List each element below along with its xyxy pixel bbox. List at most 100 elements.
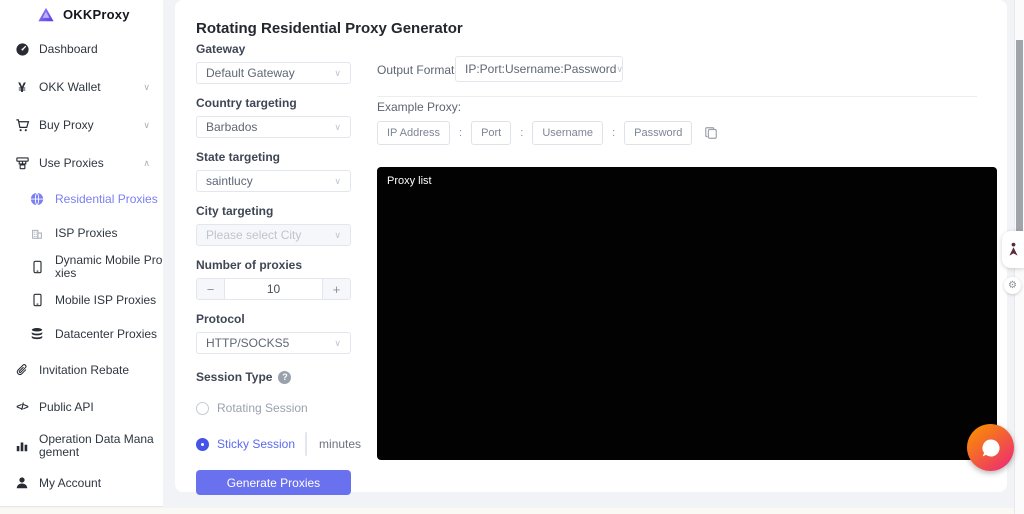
- sidebar-item-label: Public API: [39, 399, 94, 414]
- example-proxy-label: Example Proxy:: [377, 100, 462, 114]
- sidebar: OKKProxy Dashboard ¥ OKK Wallet ∨ Buy Pr…: [0, 0, 163, 507]
- proxy-count-value[interactable]: 10: [225, 279, 322, 299]
- city-select[interactable]: Please select City ∨: [196, 224, 351, 246]
- decrement-button[interactable]: −: [306, 433, 307, 455]
- generate-proxies-button[interactable]: Generate Proxies: [196, 470, 351, 495]
- number-of-proxies-label: Number of proxies: [196, 258, 303, 272]
- mobile-phone-icon: [29, 259, 45, 275]
- city-placeholder: Please select City: [206, 228, 302, 242]
- chevron-down-icon: ∨: [334, 229, 341, 240]
- user-icon: [14, 475, 30, 491]
- city-targeting-label: City targeting: [196, 204, 274, 218]
- sidebar-item-label: Buy Proxy: [39, 117, 94, 132]
- increment-button[interactable]: +: [322, 279, 350, 299]
- chevron-down-icon: ∨: [334, 175, 341, 186]
- chevron-down-icon: ∨: [616, 63, 623, 74]
- country-targeting-label: Country targeting: [196, 96, 297, 110]
- radio-unselected-icon[interactable]: [196, 401, 209, 415]
- state-targeting-label: State targeting: [196, 150, 281, 164]
- country-value: Barbados: [206, 120, 258, 134]
- protocol-label: Protocol: [196, 312, 245, 326]
- example-proxy-row: IP Address : Port : Username : Password: [377, 121, 718, 145]
- sidebar-item-public-api[interactable]: </> Public API: [0, 399, 163, 415]
- okkproxy-logo-icon: [38, 6, 54, 22]
- main-panel: Rotating Residential Proxy Generator Gat…: [175, 0, 1007, 495]
- sidebar-item-my-account[interactable]: My Account: [0, 475, 163, 491]
- cart-icon: [14, 117, 30, 133]
- sidebar-item-label: Residential Proxies: [55, 191, 158, 206]
- separator: :: [459, 127, 463, 139]
- proxy-list-title: Proxy list: [387, 175, 432, 187]
- chat-widget-button[interactable]: [967, 424, 1014, 471]
- page-title: Rotating Residential Proxy Generator: [196, 20, 463, 37]
- separator: :: [520, 127, 524, 139]
- example-ip-box: IP Address: [377, 121, 450, 145]
- sidebar-item-label: Invitation Rebate: [39, 362, 130, 377]
- sidebar-item-label: Operation Data Management: [39, 432, 154, 459]
- help-icon[interactable]: ?: [278, 370, 292, 384]
- scrollbar-thumb[interactable]: [1016, 40, 1023, 232]
- rotating-session-option[interactable]: Rotating Session: [196, 401, 351, 415]
- sidebar-item-label: Dashboard: [39, 41, 98, 56]
- sticky-minutes-unit: minutes: [319, 437, 362, 451]
- example-username-box: Username: [532, 121, 604, 145]
- dashboard-icon: [14, 41, 30, 57]
- sidebar-item-okk-wallet[interactable]: ¥ OKK Wallet ∨: [0, 79, 163, 95]
- chat-bubble-icon: [979, 436, 1003, 460]
- sidebar-item-label: Use Proxies: [39, 155, 104, 170]
- sidebar-item-label: OKK Wallet: [39, 79, 101, 94]
- sidebar-item-label: ISP Proxies: [55, 225, 118, 240]
- settings-gear-button[interactable]: ⚙: [1004, 277, 1021, 294]
- output-format-select[interactable]: IP:Port:Username:Password ∨: [455, 56, 623, 82]
- output-format-label: Output Format:: [377, 63, 458, 77]
- chevron-down-icon: ∨: [334, 67, 341, 78]
- chevron-down-icon: ∨: [143, 119, 150, 130]
- building-icon: [29, 225, 45, 241]
- chevron-up-icon: ∧: [143, 157, 150, 168]
- sidebar-item-label: My Account: [39, 475, 102, 490]
- sidebar-item-operation-data-management[interactable]: Operation Data Management: [0, 433, 163, 459]
- output-format-value: IP:Port:Username:Password: [465, 62, 617, 76]
- gateway-select[interactable]: Default Gateway ∨: [196, 62, 351, 84]
- state-select[interactable]: saintlucy ∨: [196, 170, 351, 192]
- sidebar-item-residential-proxies[interactable]: Residential Proxies: [0, 191, 163, 207]
- sidebar-item-invitation-rebate[interactable]: Invitation Rebate: [0, 362, 163, 378]
- proxy-list-panel: Proxy list: [377, 167, 997, 460]
- assistant-tab[interactable]: [1002, 231, 1024, 268]
- sidebar-item-dashboard[interactable]: Dashboard: [0, 41, 163, 57]
- country-select[interactable]: Barbados ∨: [196, 116, 351, 138]
- session-type-label: Session Type: [196, 370, 273, 384]
- robot-icon: [1007, 242, 1020, 257]
- decrement-button[interactable]: −: [197, 279, 225, 299]
- proxy-generator-form: Gateway Default Gateway ∨ Country target…: [196, 42, 361, 495]
- sidebar-item-datacenter-proxies[interactable]: Datacenter Proxies: [0, 326, 163, 342]
- chevron-down-icon: ∨: [143, 81, 150, 92]
- sidebar-item-use-proxies[interactable]: Use Proxies ∧: [0, 155, 163, 171]
- sidebar-item-mobile-isp-proxies[interactable]: Mobile ISP Proxies: [0, 292, 163, 308]
- brand-logo[interactable]: OKKProxy: [38, 6, 130, 22]
- sidebar-item-label: Mobile ISP Proxies: [55, 292, 157, 307]
- server-stack-icon: [29, 326, 45, 342]
- example-port-box: Port: [471, 121, 512, 145]
- sidebar-item-label: Datacenter Proxies: [55, 326, 158, 341]
- protocol-select[interactable]: HTTP/SOCKS5 ∨: [196, 332, 351, 354]
- gateway-value: Default Gateway: [206, 66, 295, 80]
- chevron-down-icon: ∨: [334, 337, 341, 348]
- radio-selected-icon[interactable]: [196, 437, 209, 451]
- bar-chart-icon: [14, 438, 30, 454]
- proxies-sitemap-icon: [14, 155, 30, 171]
- brand-name: OKKProxy: [63, 6, 130, 22]
- copy-icon[interactable]: [704, 126, 718, 140]
- divider: [377, 96, 977, 97]
- sticky-session-option[interactable]: Sticky Session − 30 + minutes: [196, 432, 361, 456]
- globe-icon: [29, 191, 45, 207]
- rotating-session-label: Rotating Session: [217, 401, 308, 415]
- sidebar-item-dynamic-mobile-proxies[interactable]: Dynamic Mobile Proxies: [0, 254, 163, 280]
- separator: :: [612, 127, 616, 139]
- sidebar-item-buy-proxy[interactable]: Buy Proxy ∨: [0, 117, 163, 133]
- sticky-minutes-stepper: − 30 +: [305, 432, 308, 456]
- gateway-label: Gateway: [196, 42, 246, 56]
- sticky-session-label: Sticky Session: [217, 437, 296, 451]
- wallet-yen-icon: ¥: [18, 79, 26, 95]
- sidebar-item-isp-proxies[interactable]: ISP Proxies: [0, 225, 163, 241]
